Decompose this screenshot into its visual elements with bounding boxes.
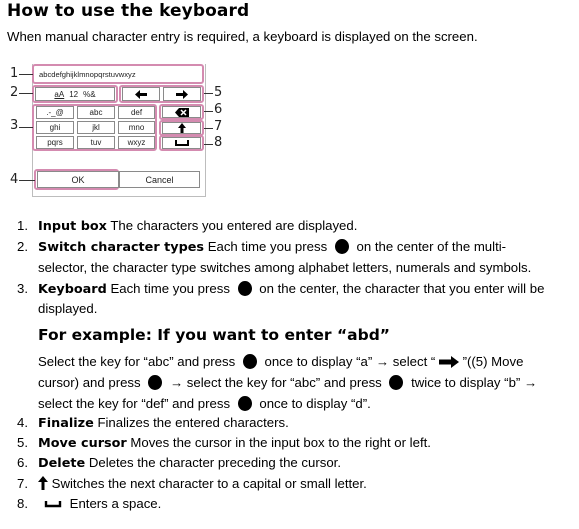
callout-line-2 — [19, 93, 33, 94]
example-line-2: cursor) and press → select the key for “… — [38, 375, 538, 390]
term-input-box: Input box — [38, 219, 107, 234]
term-delete: Delete — [38, 456, 86, 471]
list-item-3-continued: displayed. — [38, 301, 98, 316]
callout-line-3 — [19, 127, 33, 128]
key-tuv[interactable]: tuv — [77, 136, 115, 149]
arrow-left-icon — [135, 89, 147, 99]
intro-text: When manual character entry is required,… — [7, 29, 478, 44]
list-item-6: 6. Delete Deletes the character preceding… — [17, 455, 342, 471]
term-move-cursor: Move cursor — [38, 436, 127, 451]
switch-character-type-key[interactable]: aA 12 %& — [35, 87, 115, 101]
arrow-right-icon — [438, 356, 459, 368]
list-item-2-continued: selector, the character type switches am… — [38, 260, 532, 275]
space-key[interactable] — [162, 137, 201, 149]
backspace-icon — [174, 107, 189, 117]
list-item-5: 5. Move cursor Moves the cursor in the in… — [17, 435, 431, 451]
space-icon — [44, 501, 62, 508]
center-button-icon — [389, 375, 404, 390]
cancel-button[interactable]: Cancel — [119, 171, 200, 188]
key-wxyz[interactable]: wxyz — [118, 136, 155, 149]
shift-key[interactable] — [162, 122, 201, 134]
key-def[interactable]: def — [118, 106, 155, 119]
callout-2: 2 — [10, 85, 19, 100]
key-pqrs[interactable]: pqrs — [36, 136, 74, 149]
term-switch-character-types: Switch character types — [38, 240, 205, 255]
delete-key[interactable] — [162, 106, 201, 118]
center-button-icon — [148, 375, 163, 390]
ok-button[interactable]: OK — [37, 171, 119, 188]
callout-line-1 — [19, 74, 33, 75]
center-button-icon — [237, 396, 252, 411]
key-jkl[interactable]: jkl — [77, 121, 115, 134]
space-icon — [174, 140, 189, 146]
list-item-1: 1. Input box The characters you entered a… — [17, 218, 358, 234]
page-title: How to use the keyboard — [7, 1, 250, 21]
center-button-icon — [237, 281, 252, 296]
key-symbols[interactable]: .-_@ — [36, 106, 74, 119]
callout-line-4 — [19, 180, 35, 181]
callout-7: 7 — [214, 119, 223, 134]
list-item-3: 3. Keyboard Each time you press on the ce… — [17, 281, 545, 297]
callout-5: 5 — [214, 85, 223, 100]
keyboard-figure: abcdefghijklmnopqrstuvwxyz aA 12 %& .-_@… — [0, 60, 240, 200]
shift-arrow-icon — [38, 476, 48, 490]
cursor-left-key[interactable] — [122, 87, 160, 101]
center-button-icon — [242, 354, 257, 369]
list-item-2: 2. Switch character types Each time you p… — [17, 239, 507, 255]
input-box[interactable]: abcdefghijklmnopqrstuvwxyz — [35, 67, 201, 81]
term-finalize: Finalize — [38, 416, 94, 431]
center-button-icon — [334, 239, 349, 254]
example-heading: For example: If you want to enter “abd” — [38, 326, 390, 344]
list-item-8: 8. Enters a space. — [17, 496, 162, 511]
shift-arrow-icon — [177, 123, 186, 133]
callout-3: 3 — [10, 118, 19, 133]
callout-6: 6 — [214, 102, 223, 117]
callout-line-6 — [204, 111, 213, 112]
callout-1: 1 — [10, 66, 19, 81]
callout-line-7 — [204, 128, 213, 129]
arrow-right-icon — [176, 89, 188, 99]
term-keyboard: Keyboard — [38, 282, 107, 297]
list-item-7: 7. Switches the next character to a capi… — [17, 476, 367, 491]
callout-8: 8 — [214, 135, 223, 150]
key-mno[interactable]: mno — [118, 121, 155, 134]
cursor-right-key[interactable] — [163, 87, 201, 101]
list-item-4: 4. Finalize Finalizes the entered charact… — [17, 415, 289, 431]
example-line-3: select the key for “def” and press once … — [38, 396, 371, 411]
key-ghi[interactable]: ghi — [36, 121, 74, 134]
example-line-1: Select the key for “abc” and press once … — [38, 354, 524, 369]
callout-line-8 — [204, 144, 213, 145]
key-abc[interactable]: abc — [77, 106, 115, 119]
callout-4: 4 — [10, 172, 19, 187]
callout-line-5 — [204, 93, 213, 94]
